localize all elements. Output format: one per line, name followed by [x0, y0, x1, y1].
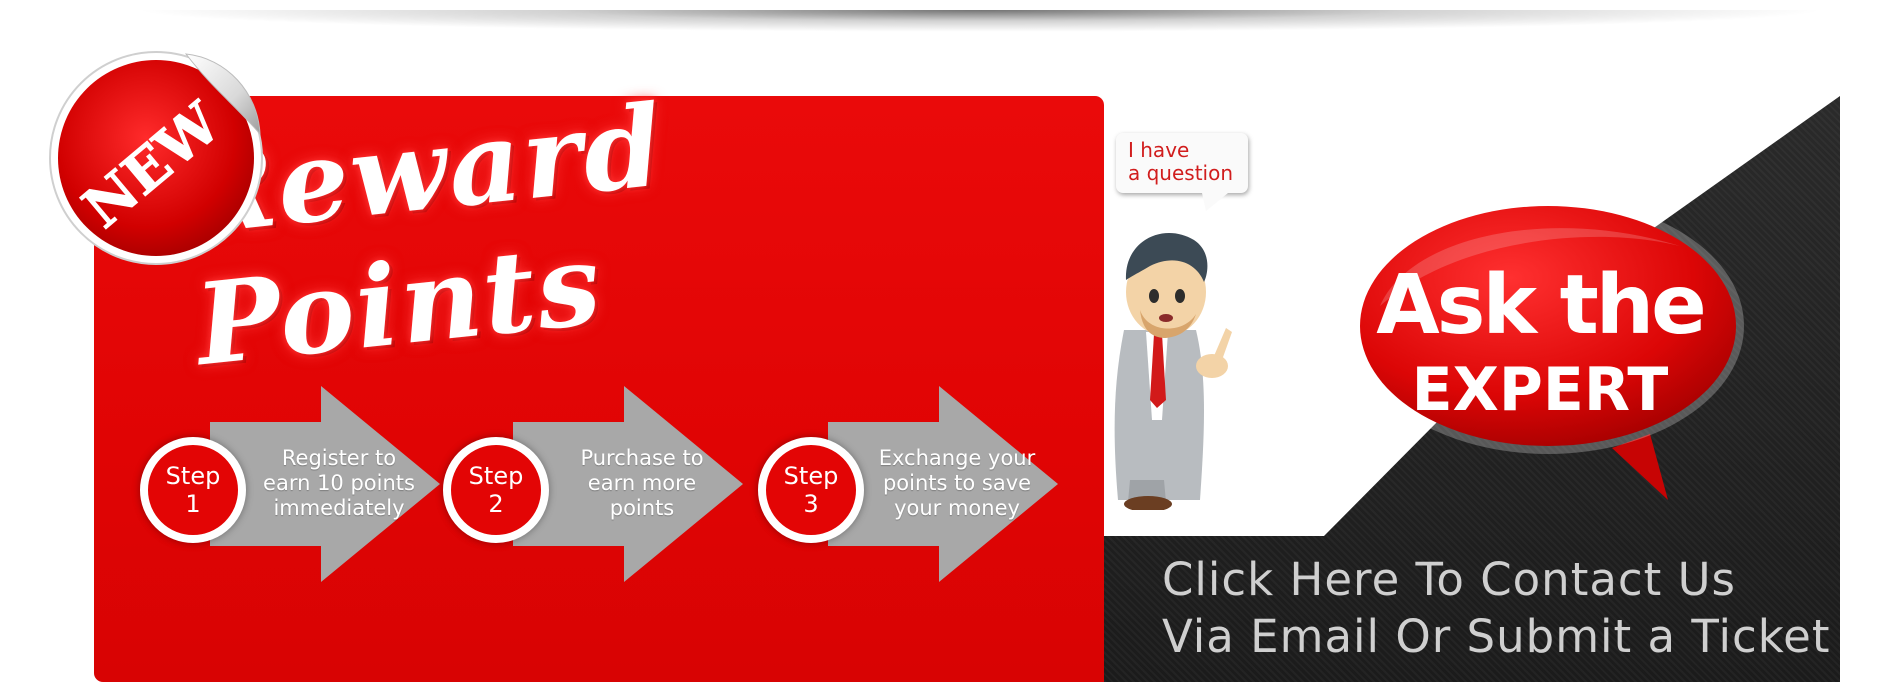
cartoon-man-icon	[1114, 233, 1232, 510]
expert-heading: EXPERT	[1411, 355, 1669, 425]
step-description-line: earn more	[587, 471, 697, 495]
step-number: 2	[488, 490, 504, 518]
step-label: Step	[783, 462, 839, 490]
step-description-line: points	[609, 496, 675, 520]
step-1: Step 1 Register to earn 10 points immedi…	[140, 386, 440, 582]
step-description-line: earn 10 points	[263, 471, 415, 495]
step-label: Step	[468, 462, 524, 490]
step-1-description: Register to earn 10 points immediately	[244, 446, 434, 521]
step-description-line: points to save	[882, 471, 1032, 495]
contact-us-link[interactable]: Click Here To Contact Us	[1162, 553, 1842, 606]
step-description-line: Exchange your	[878, 446, 1036, 470]
step-description-line: Register to	[281, 446, 397, 470]
step-number: 3	[803, 490, 819, 518]
step-number: 1	[185, 490, 201, 518]
step-description-line: your money	[894, 496, 1020, 520]
step-3: Step 3 Exchange your points to save your…	[758, 386, 1058, 582]
question-speech-bubble[interactable]: I have a question	[1116, 133, 1248, 211]
step-3-description: Exchange your points to save your money	[862, 446, 1052, 521]
top-shadow	[130, 10, 1830, 32]
step-label: Step	[165, 462, 221, 490]
step-2-description: Purchase to earn more points	[547, 446, 737, 521]
submit-ticket-link[interactable]: Via Email Or Submit a Ticket	[1162, 610, 1842, 663]
step-description-line: Purchase to	[580, 446, 704, 470]
question-line: I have	[1128, 138, 1190, 162]
step-2: Step 2 Purchase to earn more points	[443, 386, 743, 582]
ask-the-heading: Ask the	[1376, 258, 1707, 353]
step-3-circle: Step 3	[758, 437, 864, 543]
step-2-circle: Step 2	[443, 437, 549, 543]
question-line: a question	[1128, 161, 1234, 185]
step-1-circle: Step 1	[140, 437, 246, 543]
new-sticker-icon: NEW	[49, 51, 263, 265]
step-description-line: immediately	[273, 496, 405, 520]
question-text: I have a question	[1128, 139, 1233, 185]
